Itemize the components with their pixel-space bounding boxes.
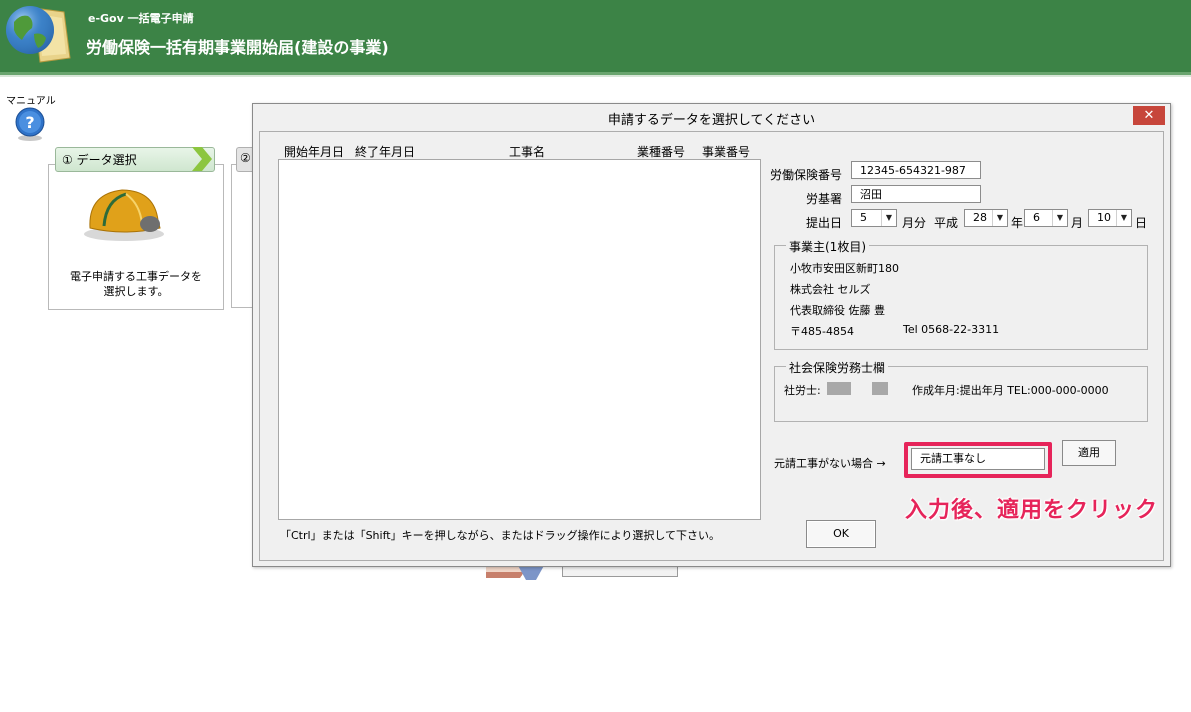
year-unit-label: 年 bbox=[1011, 216, 1024, 230]
month-unit-label: 月分 bbox=[902, 216, 927, 230]
date-month-value: 6 bbox=[1033, 211, 1040, 224]
year-value: 28 bbox=[973, 211, 987, 224]
sharoushi-created-info: 作成年月:提出年月 TEL:000-000-0000 bbox=[912, 384, 1109, 397]
column-header-start-date[interactable]: 開始年月日 bbox=[284, 143, 344, 160]
employer-tel: Tel 0568-22-3311 bbox=[903, 323, 1000, 336]
labor-insurance-number-label: 労働保険番号 bbox=[770, 168, 843, 182]
office-label: 労基署 bbox=[806, 192, 843, 206]
column-header-business-number[interactable]: 事業番号 bbox=[702, 143, 750, 160]
labor-insurance-number-field[interactable]: 12345-654321-987 bbox=[851, 161, 981, 179]
employer-group-label: 事業主(1枚目) bbox=[786, 238, 869, 255]
help-icon[interactable]: ? bbox=[12, 106, 48, 142]
date-month-unit-label: 月 bbox=[1071, 216, 1084, 230]
ok-button[interactable]: OK bbox=[806, 520, 876, 548]
column-header-end-date[interactable]: 終了年月日 bbox=[355, 143, 415, 160]
prime-contract-label: 元請工事がない場合 → bbox=[774, 457, 886, 470]
selection-hint: 「Ctrl」または「Shift」キーを押しながら、またはドラッグ操作により選択し… bbox=[280, 529, 721, 542]
app-title: 労働保険一括有期事業開始届(建設の事業) bbox=[86, 38, 389, 57]
step2-label: ② bbox=[240, 151, 251, 165]
day-value: 10 bbox=[1097, 211, 1111, 224]
office-field[interactable]: 沼田 bbox=[851, 185, 981, 203]
redacted-name-part bbox=[872, 382, 888, 395]
svg-text:?: ? bbox=[25, 113, 34, 132]
highlight-box bbox=[904, 442, 1052, 478]
submit-date-label: 提出日 bbox=[806, 216, 843, 230]
apply-button[interactable]: 適用 bbox=[1062, 440, 1116, 466]
month-select[interactable]: 5 ▼ bbox=[851, 209, 897, 227]
dropdown-arrow-icon: ▼ bbox=[881, 210, 896, 226]
employer-representative: 代表取締役 佐藤 豊 bbox=[790, 304, 885, 317]
day-select[interactable]: 10 ▼ bbox=[1088, 209, 1132, 227]
step2-card[interactable] bbox=[231, 164, 254, 308]
step1-label: ① データ選択 bbox=[62, 153, 137, 167]
close-button[interactable]: ✕ bbox=[1133, 106, 1165, 125]
employer-postal: 〒485-4854 bbox=[790, 325, 854, 338]
dropdown-arrow-icon: ▼ bbox=[1116, 210, 1131, 226]
employer-address: 小牧市安田区新町180 bbox=[790, 262, 899, 275]
day-unit-label: 日 bbox=[1135, 216, 1148, 230]
chevron-right-icon bbox=[190, 146, 214, 175]
app-subtitle: e-Gov 一括電子申請 bbox=[88, 12, 194, 25]
dropdown-arrow-icon: ▼ bbox=[1052, 210, 1067, 226]
dropdown-arrow-icon: ▼ bbox=[992, 210, 1007, 226]
manual-label: マニュアル bbox=[6, 96, 56, 107]
month-value: 5 bbox=[860, 211, 867, 224]
sharoushi-group-label: 社会保険労務士欄 bbox=[786, 359, 889, 376]
column-header-industry-number[interactable]: 業種番号 bbox=[637, 143, 685, 160]
employer-company: 株式会社 セルズ bbox=[790, 283, 871, 296]
step1-desc-line1: 電子申請する工事データを bbox=[70, 270, 202, 283]
dialog-title: 申請するデータを選択してください bbox=[607, 113, 816, 128]
instruction-callout: 入力後、適用をクリック bbox=[905, 498, 1159, 523]
year-select[interactable]: 28 ▼ bbox=[964, 209, 1008, 227]
date-month-select[interactable]: 6 ▼ bbox=[1024, 209, 1068, 227]
project-data-list[interactable] bbox=[278, 159, 761, 520]
redacted-name-part bbox=[827, 382, 851, 395]
header-divider-light bbox=[0, 75, 1191, 77]
globe-folder-icon bbox=[4, 2, 74, 64]
hardhat-icon bbox=[82, 184, 168, 244]
step1-description: 電子申請する工事データを 選択します。 bbox=[54, 269, 218, 299]
column-header-project-name[interactable]: 工事名 bbox=[509, 143, 545, 160]
era-label: 平成 bbox=[934, 216, 959, 230]
step1-desc-line2: 選択します。 bbox=[103, 285, 169, 298]
sharoushi-name-prefix: 社労士: bbox=[784, 384, 821, 397]
